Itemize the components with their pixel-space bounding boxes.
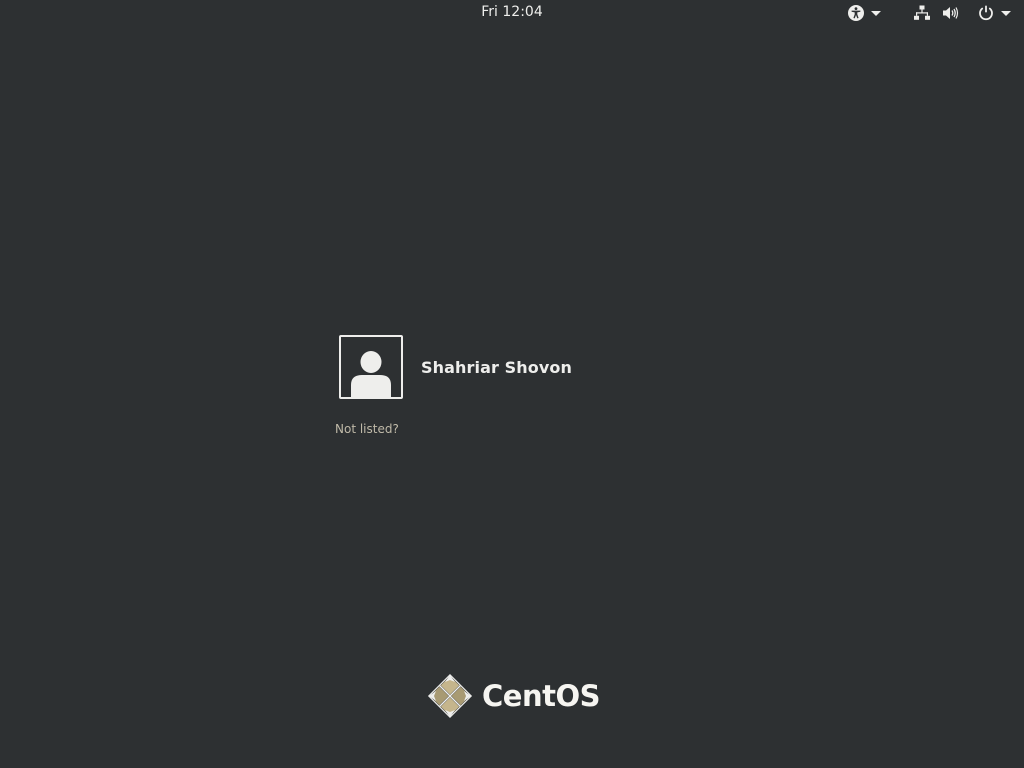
centos-logo-icon	[426, 672, 474, 720]
top-bar: Fri 12:04	[0, 0, 1024, 26]
user-avatar-icon	[350, 345, 392, 397]
power-icon	[977, 4, 995, 22]
login-screen: Fri 12:04 Shahriar Shovon Not listed? Ce…	[0, 0, 1024, 768]
not-listed-link[interactable]: Not listed?	[335, 422, 399, 436]
accessibility-icon	[847, 4, 865, 22]
user-name: Shahriar Shovon	[421, 357, 572, 377]
network-wired-icon	[913, 4, 931, 22]
accessibility-menu[interactable]	[847, 3, 881, 23]
user-list-item[interactable]: Shahriar Shovon	[339, 335, 572, 399]
user-list: Shahriar Shovon	[339, 335, 572, 399]
logo-text: CentOS	[482, 679, 601, 713]
avatar	[339, 335, 403, 399]
pan-down-icon	[871, 8, 881, 18]
system-status-menu[interactable]	[913, 3, 1011, 23]
clock-label[interactable]: Fri 12:04	[481, 4, 542, 20]
branding-logo: CentOS	[426, 672, 601, 720]
volume-icon	[941, 4, 959, 22]
pan-down-icon	[1001, 8, 1011, 18]
